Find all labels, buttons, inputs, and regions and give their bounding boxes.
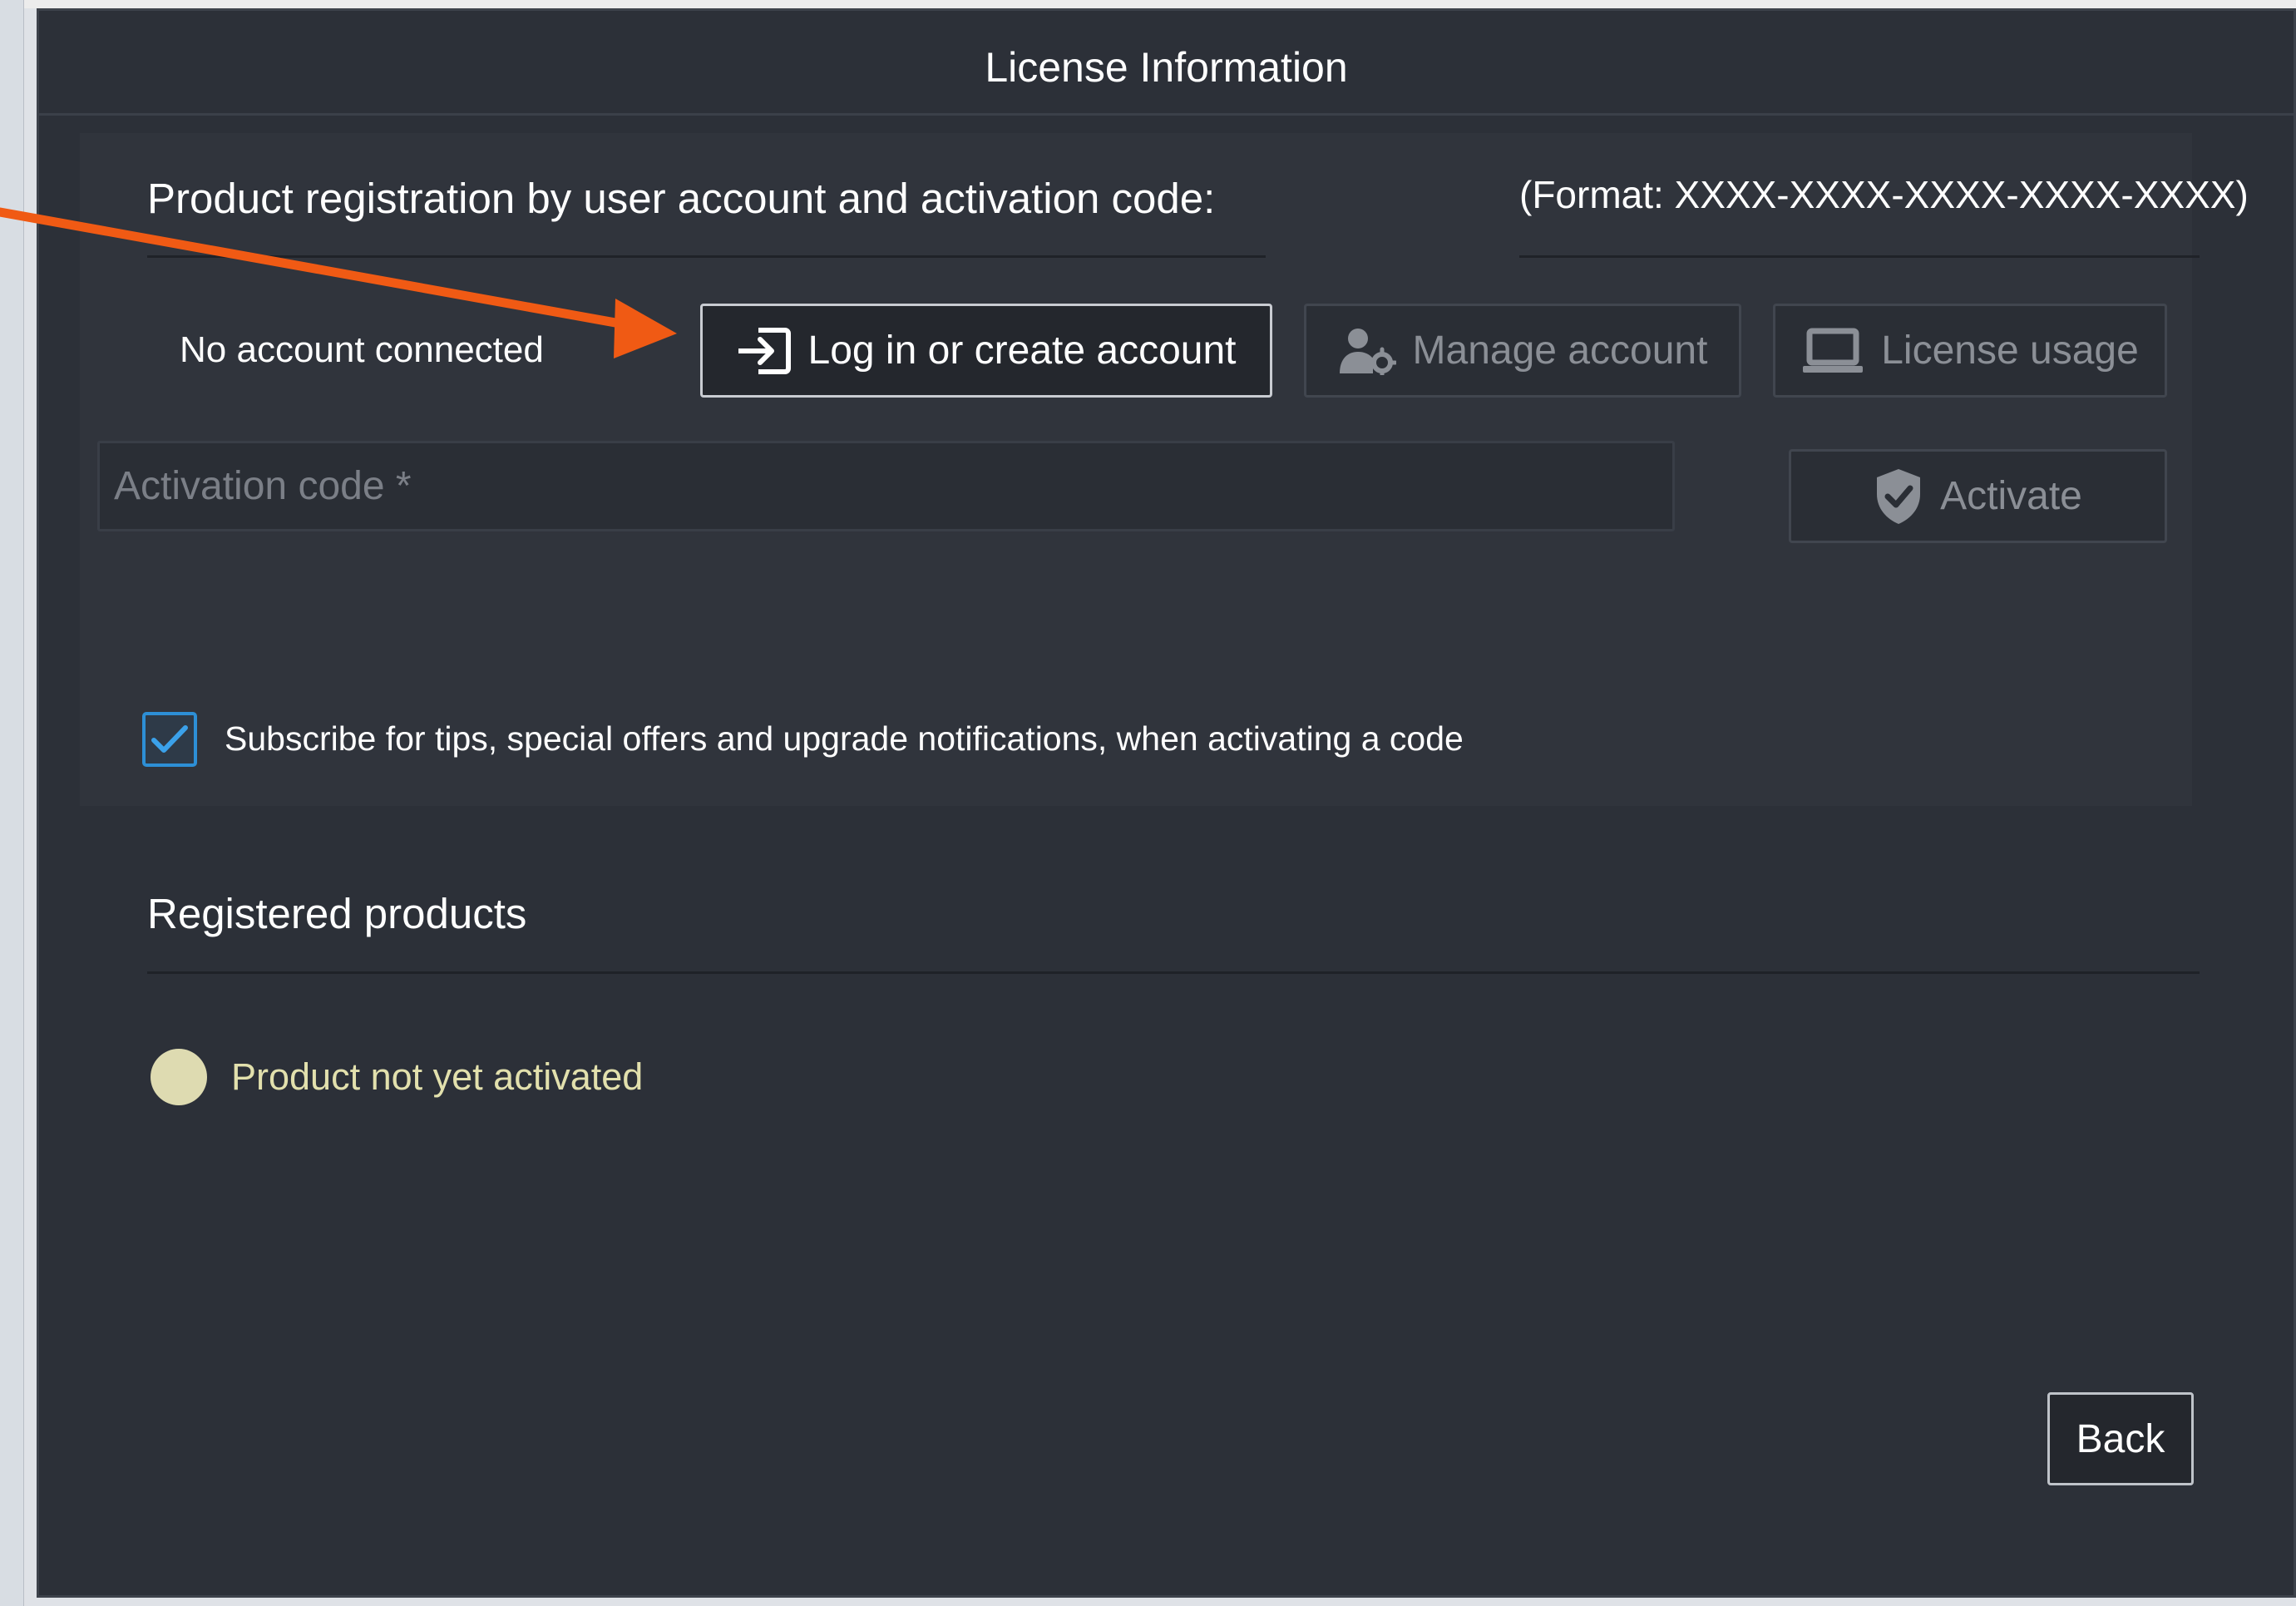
login-button[interactable]: Log in or create account: [700, 304, 1272, 398]
account-status: No account connected: [180, 329, 544, 370]
back-button[interactable]: Back: [2047, 1392, 2194, 1485]
subscribe-label: Subscribe for tips, special offers and u…: [225, 719, 1464, 758]
dialog-header: License Information: [39, 11, 2294, 116]
screenshot: License Information Product registration…: [0, 0, 2296, 1606]
window-top-strip: [0, 0, 2296, 8]
manage-account-button[interactable]: Manage account: [1304, 304, 1741, 398]
background-window-edge: [0, 0, 24, 1606]
license-usage-label: License usage: [1881, 329, 2139, 373]
products-heading-underline: [147, 971, 2200, 974]
login-button-label: Log in or create account: [807, 329, 1237, 373]
activate-button[interactable]: Activate: [1789, 449, 2167, 543]
products-heading: Registered products: [147, 890, 527, 937]
format-hint-underline: [1519, 255, 2200, 258]
back-button-label: Back: [2076, 1416, 2165, 1461]
license-usage-button[interactable]: License usage: [1773, 304, 2167, 398]
product-status-text: Product not yet activated: [231, 1055, 644, 1098]
user-gear-icon: [1338, 327, 1396, 375]
registration-heading-underline: [147, 255, 1266, 258]
registration-heading: Product registration by user account and…: [147, 175, 1216, 222]
checkmark-icon: [151, 725, 188, 753]
dialog-title: License Information: [985, 44, 1348, 91]
laptop-icon: [1801, 328, 1864, 374]
login-arrow-icon: [737, 325, 792, 377]
activate-button-label: Activate: [1940, 474, 2082, 518]
shield-check-icon: [1874, 467, 1923, 526]
activation-code-input[interactable]: [97, 441, 1675, 531]
format-hint: (Format: XXXX-XXXX-XXXX-XXXX-XXXX): [1519, 173, 2249, 216]
product-status-dot: [151, 1049, 207, 1105]
manage-account-label: Manage account: [1412, 329, 1708, 373]
subscribe-checkbox[interactable]: [142, 712, 197, 767]
